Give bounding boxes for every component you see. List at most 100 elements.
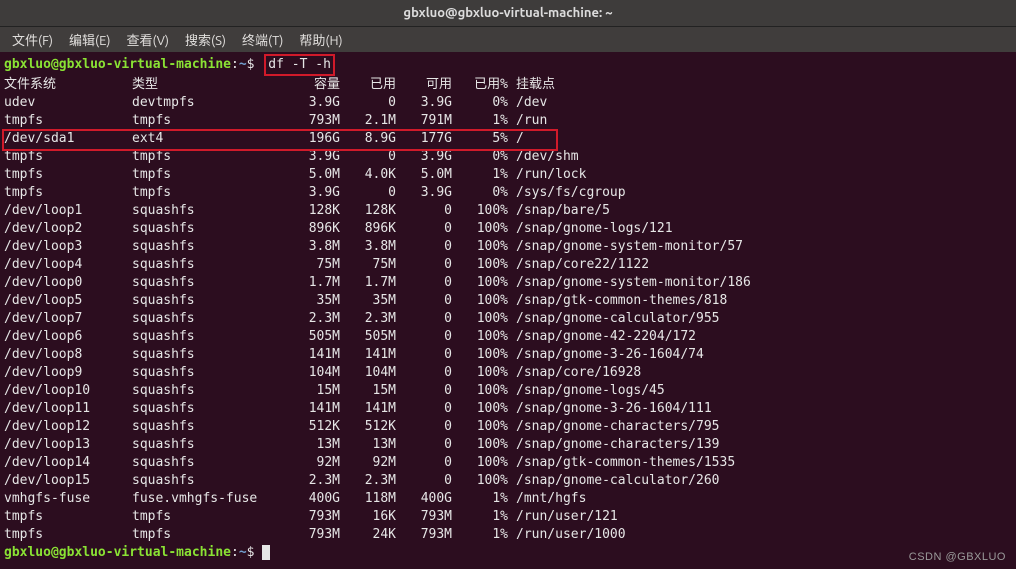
cell-size: 793M <box>292 112 340 130</box>
table-row: udevdevtmpfs3.9G03.9G0%/dev <box>4 94 751 112</box>
table-row: /dev/loop9squashfs104M104M0100%/snap/cor… <box>4 364 751 382</box>
cell-usep: 100% <box>452 454 508 472</box>
cell-usep: 100% <box>452 364 508 382</box>
table-row: /dev/loop4squashfs75M75M0100%/snap/core2… <box>4 256 751 274</box>
menu-view[interactable]: 查看(V) <box>121 28 175 51</box>
terminal-area[interactable]: gbxluo@gbxluo-virtual-machine:~$ df -T -… <box>0 52 1016 569</box>
table-row: /dev/loop7squashfs2.3M2.3M0100%/snap/gno… <box>4 310 751 328</box>
cell-mount: /snap/gnome-system-monitor/57 <box>508 238 751 256</box>
cell-size: 92M <box>292 454 340 472</box>
cell-fs: tmpfs <box>4 112 132 130</box>
cell-fs: /dev/loop8 <box>4 346 132 364</box>
cell-avail: 0 <box>396 472 452 490</box>
window-title: gbxluo@gbxluo-virtual-machine: ~ <box>403 6 612 20</box>
menu-terminal[interactable]: 终端(T) <box>236 28 289 51</box>
cell-usep: 100% <box>452 472 508 490</box>
cell-size: 793M <box>292 508 340 526</box>
cell-mount: /snap/gnome-3-26-1604/74 <box>508 346 751 364</box>
cell-avail: 0 <box>396 292 452 310</box>
menu-search[interactable]: 搜索(S) <box>179 28 232 51</box>
cell-size: 505M <box>292 328 340 346</box>
cell-fs: /dev/loop12 <box>4 418 132 436</box>
cell-mount: /snap/gnome-logs/121 <box>508 220 751 238</box>
prompt-colon: : <box>231 57 239 72</box>
cell-mount: /dev/shm <box>508 148 751 166</box>
cell-usep: 100% <box>452 202 508 220</box>
table-row: tmpfstmpfs793M24K793M1%/run/user/1000 <box>4 526 751 544</box>
menu-edit[interactable]: 编辑(E) <box>63 28 116 51</box>
cell-size: 15M <box>292 382 340 400</box>
cell-fs: tmpfs <box>4 166 132 184</box>
cell-fs: udev <box>4 94 132 112</box>
cell-mount: /snap/gnome-characters/139 <box>508 436 751 454</box>
cell-type: fuse.vmhgfs-fuse <box>132 490 292 508</box>
cell-size: 104M <box>292 364 340 382</box>
cell-fs: /dev/loop5 <box>4 292 132 310</box>
cell-mount: /snap/gnome-calculator/260 <box>508 472 751 490</box>
cell-mount: /snap/gnome-3-26-1604/111 <box>508 400 751 418</box>
df-table: 文件系统 类型 容量 已用 可用 已用% 挂载点 udevdevtmpfs3.9… <box>4 76 751 544</box>
hdr-avail: 可用 <box>396 76 452 94</box>
cell-fs: tmpfs <box>4 508 132 526</box>
cell-mount: /snap/gnome-logs/45 <box>508 382 751 400</box>
cell-fs: tmpfs <box>4 526 132 544</box>
prompt-path: ~ <box>239 57 247 72</box>
cell-used: 128K <box>340 202 396 220</box>
cell-size: 141M <box>292 346 340 364</box>
cell-used: 92M <box>340 454 396 472</box>
cell-fs: /dev/loop10 <box>4 382 132 400</box>
cell-fs: /dev/loop4 <box>4 256 132 274</box>
cell-fs: /dev/loop1 <box>4 202 132 220</box>
cell-fs: /dev/loop2 <box>4 220 132 238</box>
cell-usep: 100% <box>452 310 508 328</box>
table-row: vmhgfs-fusefuse.vmhgfs-fuse400G118M400G1… <box>4 490 751 508</box>
cell-mount: /run/user/1000 <box>508 526 751 544</box>
cell-avail: 793M <box>396 526 452 544</box>
cell-type: squashfs <box>132 418 292 436</box>
cell-size: 35M <box>292 292 340 310</box>
cell-type: squashfs <box>132 346 292 364</box>
cell-used: 1.7M <box>340 274 396 292</box>
cell-fs: /dev/loop3 <box>4 238 132 256</box>
cell-size: 75M <box>292 256 340 274</box>
cell-type: squashfs <box>132 292 292 310</box>
cell-avail: 0 <box>396 454 452 472</box>
hdr-mount: 挂载点 <box>508 76 751 94</box>
cell-used: 4.0K <box>340 166 396 184</box>
cell-mount: /snap/gtk-common-themes/1535 <box>508 454 751 472</box>
cell-fs: /dev/sda1 <box>4 130 132 148</box>
cell-size: 3.9G <box>292 148 340 166</box>
cell-avail: 0 <box>396 328 452 346</box>
cell-avail: 3.9G <box>396 94 452 112</box>
menu-file[interactable]: 文件(F) <box>6 28 59 51</box>
cell-used: 512K <box>340 418 396 436</box>
cell-type: squashfs <box>132 364 292 382</box>
cell-used: 3.8M <box>340 238 396 256</box>
cell-mount: /snap/gnome-calculator/955 <box>508 310 751 328</box>
cell-avail: 400G <box>396 490 452 508</box>
prompt-line-1: gbxluo@gbxluo-virtual-machine:~$ df -T -… <box>4 54 1012 76</box>
cell-used: 35M <box>340 292 396 310</box>
cell-avail: 0 <box>396 400 452 418</box>
cell-usep: 1% <box>452 490 508 508</box>
menu-help[interactable]: 帮助(H) <box>293 28 348 51</box>
cell-fs: vmhgfs-fuse <box>4 490 132 508</box>
cell-mount: /snap/gnome-characters/795 <box>508 418 751 436</box>
cell-size: 2.3M <box>292 310 340 328</box>
cell-used: 75M <box>340 256 396 274</box>
cell-used: 24K <box>340 526 396 544</box>
cell-type: tmpfs <box>132 112 292 130</box>
cell-used: 0 <box>340 184 396 202</box>
cell-mount: /snap/core22/1122 <box>508 256 751 274</box>
cell-type: squashfs <box>132 256 292 274</box>
cell-used: 505M <box>340 328 396 346</box>
table-row: tmpfstmpfs5.0M4.0K5.0M1%/run/lock <box>4 166 751 184</box>
cell-avail: 0 <box>396 436 452 454</box>
cell-size: 793M <box>292 526 340 544</box>
table-header-row: 文件系统 类型 容量 已用 可用 已用% 挂载点 <box>4 76 751 94</box>
terminal-cursor <box>262 545 270 560</box>
cell-fs: /dev/loop14 <box>4 454 132 472</box>
cell-type: squashfs <box>132 238 292 256</box>
cell-usep: 100% <box>452 274 508 292</box>
cell-type: squashfs <box>132 382 292 400</box>
